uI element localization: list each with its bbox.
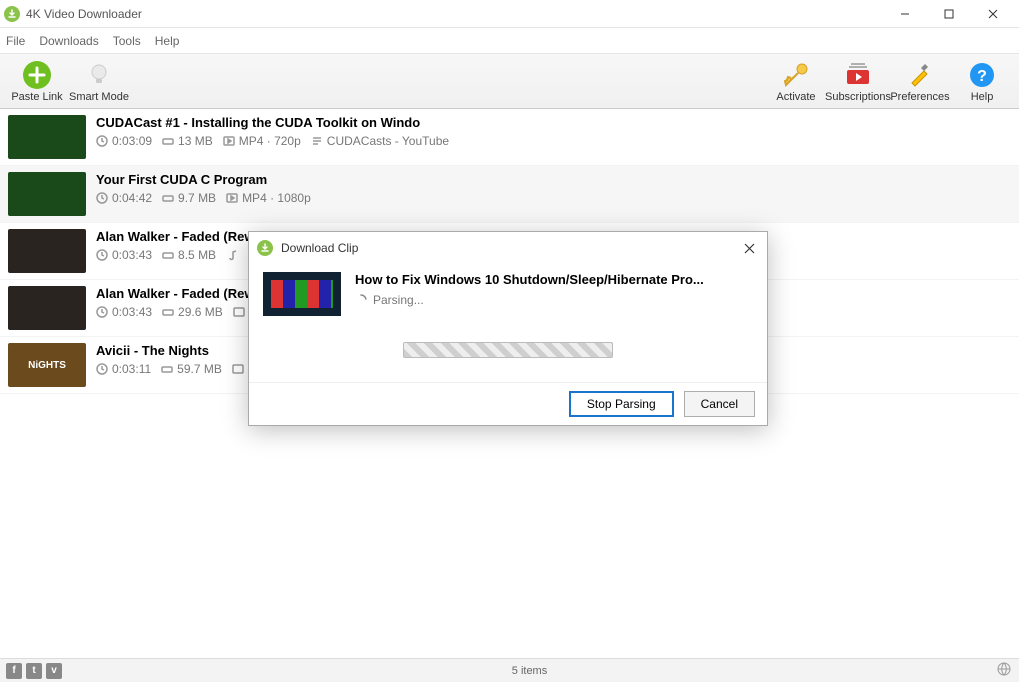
- dialog-close-button[interactable]: [739, 238, 759, 258]
- cancel-button[interactable]: Cancel: [684, 391, 755, 417]
- app-icon: [257, 240, 273, 256]
- stop-parsing-button[interactable]: Stop Parsing: [569, 391, 674, 417]
- clip-thumbnail: [263, 272, 341, 316]
- progress-bar: [403, 342, 613, 358]
- clip-title: How to Fix Windows 10 Shutdown/Sleep/Hib…: [355, 272, 704, 287]
- parsing-status: Parsing...: [355, 293, 704, 307]
- dialog-title: Download Clip: [281, 241, 739, 255]
- spinner-icon: [355, 294, 367, 306]
- download-clip-dialog: Download Clip How to Fix Windows 10 Shut…: [248, 231, 768, 426]
- modal-overlay: Download Clip How to Fix Windows 10 Shut…: [0, 0, 1019, 682]
